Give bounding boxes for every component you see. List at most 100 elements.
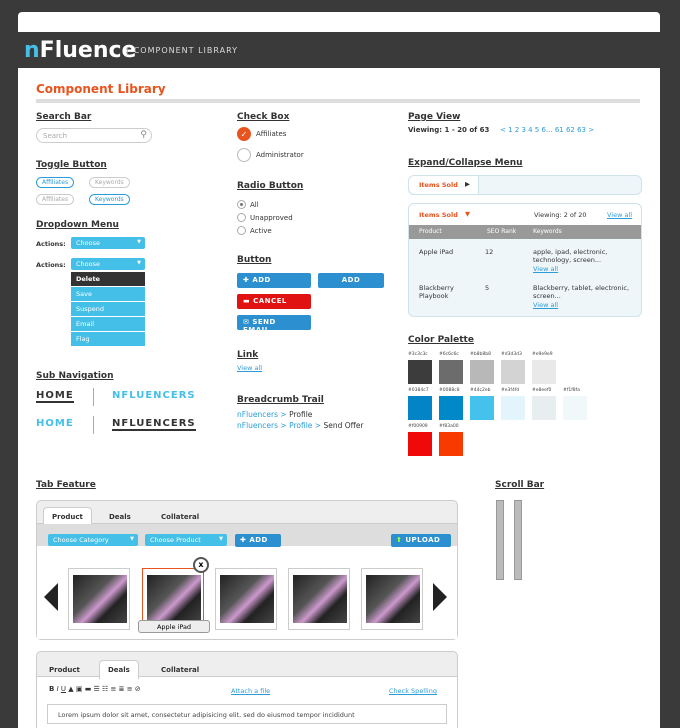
radio-label: Unapproved bbox=[250, 214, 293, 222]
product-thumbnail[interactable] bbox=[288, 568, 350, 630]
row-view-all-link[interactable]: View all bbox=[533, 301, 558, 309]
palette-heading: Color Palette bbox=[408, 335, 474, 345]
tab-deals[interactable]: Deals bbox=[109, 513, 131, 521]
logo-subtitle: COMPONENT LIBRARY bbox=[126, 46, 238, 55]
checkbox-heading: Check Box bbox=[237, 112, 290, 122]
send-email-button[interactable]: ✉ SEND EMAIL bbox=[237, 315, 311, 334]
checkbox-affiliates[interactable]: ✓ bbox=[237, 127, 251, 141]
dropdown-item-delete[interactable]: Delete bbox=[71, 271, 145, 286]
minus-icon: ▬ bbox=[243, 297, 254, 305]
swatch-label: #f83a00 bbox=[439, 424, 459, 429]
radio-all[interactable] bbox=[237, 200, 246, 209]
pageview-text: Viewing: 1 - 20 of 63 bbox=[408, 126, 490, 134]
radio-active[interactable] bbox=[237, 226, 246, 235]
cancel-button[interactable]: ▬ CANCEL bbox=[237, 294, 311, 309]
radio-label: Active bbox=[250, 227, 272, 235]
toggle-affiliates-1[interactable]: Affiliates bbox=[36, 177, 75, 188]
dropdown-select-2[interactable]: Choose ▼ bbox=[71, 258, 145, 270]
table-cell: apple, ipad, electronic, technology, scr… bbox=[533, 248, 608, 264]
choose-category-select[interactable]: Choose Category ▼ bbox=[48, 534, 138, 546]
choose-product-select[interactable]: Choose Product ▼ bbox=[145, 534, 227, 546]
color-swatch bbox=[408, 432, 432, 456]
view-all-link[interactable]: View all bbox=[237, 364, 262, 372]
col-header: Keywords bbox=[533, 228, 562, 235]
dropdown-item-email[interactable]: Email bbox=[71, 316, 145, 331]
thumbnail-caption: Apple iPad bbox=[138, 620, 210, 633]
chevron-down-icon[interactable]: ▼ bbox=[465, 210, 470, 218]
close-icon[interactable]: x bbox=[193, 557, 209, 573]
breadcrumb-item[interactable]: nFluencers bbox=[237, 410, 278, 419]
color-swatch bbox=[532, 396, 556, 420]
dropdown-item-save[interactable]: Save bbox=[71, 286, 145, 301]
scroll-heading: Scroll Bar bbox=[495, 480, 545, 490]
chevron-down-icon: ▼ bbox=[137, 239, 141, 245]
top-strip bbox=[18, 12, 660, 32]
swatch-label: #0384c7 bbox=[408, 388, 429, 393]
expanded-view-all[interactable]: View all bbox=[607, 211, 632, 219]
color-swatch bbox=[408, 360, 432, 384]
breadcrumb-item: Profile bbox=[289, 410, 313, 419]
row-view-all-link[interactable]: View all bbox=[533, 265, 558, 273]
upload-icon: ⬆ bbox=[396, 536, 406, 544]
color-swatch bbox=[501, 360, 525, 384]
col-header: Product bbox=[419, 228, 442, 235]
scrollbar[interactable] bbox=[496, 500, 504, 580]
subnav-home-2[interactable]: HOME bbox=[36, 418, 74, 429]
email-icon: ✉ bbox=[243, 318, 253, 326]
swatch-label: #e3f4fd bbox=[501, 388, 520, 393]
breadcrumb-item[interactable]: nFluencers bbox=[237, 421, 278, 430]
subnav-divider bbox=[93, 416, 94, 434]
table-cell: 5 bbox=[485, 284, 490, 292]
pagination[interactable]: < 1 2 3 4 5 6... 61 62 63 > bbox=[500, 126, 594, 134]
link-heading: Link bbox=[237, 350, 259, 360]
tab-heading: Tab Feature bbox=[36, 480, 96, 490]
chevron-down-icon: ▼ bbox=[130, 536, 134, 542]
carousel-next-icon[interactable] bbox=[433, 583, 447, 611]
subnav-heading: Sub Navigation bbox=[36, 371, 114, 381]
subnav-nfluencers-2[interactable]: NFLUENCERS bbox=[112, 418, 196, 431]
breadcrumb-item[interactable]: Profile bbox=[289, 421, 312, 430]
search-input[interactable]: Search ⚲ bbox=[36, 128, 152, 143]
color-swatch bbox=[532, 360, 556, 384]
dropdown-heading: Dropdown Menu bbox=[36, 220, 119, 230]
radio-unapproved[interactable] bbox=[237, 213, 246, 222]
search-icon[interactable]: ⚲ bbox=[140, 130, 147, 140]
subnav-home-1[interactable]: HOME bbox=[36, 390, 74, 403]
expanded-label[interactable]: Items Sold bbox=[419, 211, 458, 219]
swatch-label: #f1f8fa bbox=[563, 388, 581, 393]
editor-textarea[interactable]: Lorem ipsum dolor sit amet, consectetur … bbox=[47, 704, 447, 724]
swatch-label: #e8eef0 bbox=[532, 388, 552, 393]
product-thumbnail[interactable] bbox=[361, 568, 423, 630]
tab-collateral[interactable]: Collateral bbox=[161, 513, 199, 521]
title-divider bbox=[36, 99, 640, 103]
subnav-nfluencers-1[interactable]: NFLUENCERS bbox=[112, 390, 196, 401]
collapsed-menu[interactable]: Items Sold ▶ bbox=[408, 175, 642, 195]
table-cell: Blackberry Playbook bbox=[419, 284, 454, 300]
plus-icon: ✚ bbox=[240, 536, 250, 544]
swatch-label: #44c2eb bbox=[470, 388, 491, 393]
expand-table-header: Product SEO Rank Keywords bbox=[409, 225, 641, 239]
tab-deals[interactable]: Deals bbox=[99, 660, 139, 679]
editor-toolbar[interactable]: B I U ▲ ▣ ▬ ☰ ☷ ≡ ≣ ≡ ⊘ bbox=[49, 685, 141, 693]
dropdown-item-flag[interactable]: Flag bbox=[71, 331, 145, 346]
add-button[interactable]: ADD bbox=[318, 273, 384, 288]
swatch-label: #e9e9e9 bbox=[532, 352, 553, 357]
swatch-label: #f00909 bbox=[408, 424, 428, 429]
carousel-prev-icon[interactable] bbox=[44, 583, 58, 611]
add-button-icon[interactable]: ✚ ADD bbox=[237, 273, 311, 288]
toggle-keywords-2[interactable]: Keywords bbox=[89, 194, 130, 205]
check-spelling-link[interactable]: Check Spelling bbox=[389, 687, 437, 695]
dropdown-select-1[interactable]: Choose ▼ bbox=[71, 237, 145, 249]
upload-button[interactable]: ⬆ UPLOAD bbox=[391, 534, 451, 547]
checkbox-administrator[interactable] bbox=[237, 148, 251, 162]
toggle-keywords-1[interactable]: Keywords bbox=[89, 177, 130, 188]
dropdown-item-suspend[interactable]: Suspend bbox=[71, 301, 145, 316]
product-thumbnail[interactable] bbox=[215, 568, 277, 630]
attach-file-link[interactable]: Attach a file bbox=[231, 687, 270, 695]
toggle-affiliates-2[interactable]: Affiliates bbox=[36, 194, 75, 205]
tab-collateral[interactable]: Collateral bbox=[161, 666, 199, 674]
product-thumbnail[interactable] bbox=[68, 568, 130, 630]
tab-add-button[interactable]: ✚ ADD bbox=[235, 534, 281, 547]
scrollbar[interactable] bbox=[514, 500, 522, 580]
tab-product[interactable]: Product bbox=[49, 666, 80, 674]
